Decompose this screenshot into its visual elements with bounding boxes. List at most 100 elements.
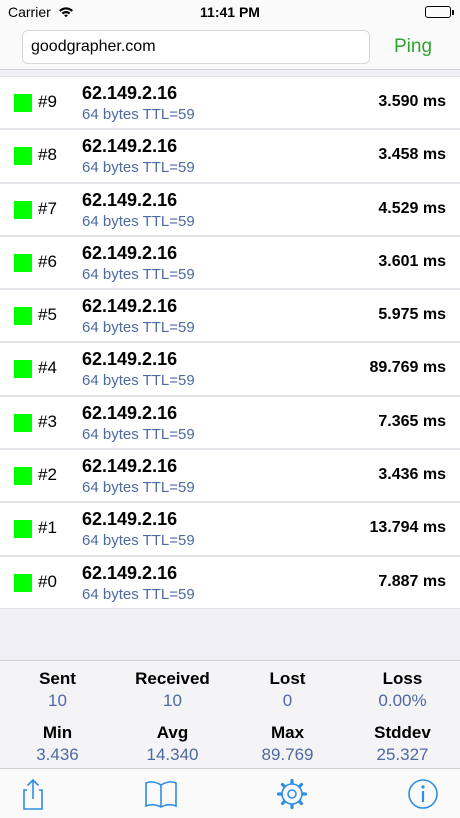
status-indicator	[14, 94, 32, 112]
sequence-number: #0	[38, 571, 57, 591]
ping-button[interactable]: Ping	[380, 30, 446, 64]
book-icon	[143, 781, 179, 815]
host-address: 62.149.2.16	[82, 136, 178, 157]
ping-result-row[interactable]: #3 62.149.2.16 64 bytes TTL=59 7.365 ms	[0, 395, 460, 450]
statistics-panel: Sent 10 Received 10 Lost 0 Loss 0.00% Mi…	[0, 660, 460, 768]
sequence-number: #3	[38, 411, 57, 431]
share-button[interactable]	[15, 777, 51, 811]
ping-result-row[interactable]: #7 62.149.2.16 64 bytes TTL=59 4.529 ms	[0, 182, 460, 236]
host-address: 62.149.2.16	[82, 83, 178, 103]
status-indicator	[14, 360, 32, 379]
response-time: 4.529 ms	[378, 199, 446, 217]
packet-detail: 64 bytes TTL=59	[82, 425, 195, 443]
host-address: 62.149.2.16	[82, 296, 178, 317]
response-time: 3.458 ms	[378, 146, 446, 164]
packet-detail: 64 bytes TTL=59	[82, 372, 195, 390]
host-address: 62.149.2.16	[82, 242, 178, 263]
stat-received-value: 10	[163, 691, 182, 710]
stat-received-label: Received	[135, 669, 210, 688]
clock: 11:41 PM	[200, 4, 260, 20]
status-indicator	[14, 467, 32, 486]
host-address: 62.149.2.16	[82, 402, 178, 423]
status-indicator	[14, 573, 32, 592]
info-button[interactable]	[405, 777, 441, 811]
battery-icon	[425, 6, 454, 18]
packet-detail: 64 bytes TTL=59	[82, 159, 195, 177]
response-time: 7.365 ms	[378, 412, 446, 430]
response-time: 89.769 ms	[369, 359, 446, 377]
stat-min-value: 3.436	[36, 745, 79, 764]
bottom-toolbar	[0, 768, 460, 818]
packet-detail: 64 bytes TTL=59	[82, 106, 195, 123]
packet-detail: 64 bytes TTL=59	[82, 532, 195, 550]
packet-detail: 64 bytes TTL=59	[82, 265, 195, 283]
response-time: 5.975 ms	[378, 306, 446, 324]
stat-loss-label: Loss	[382, 669, 423, 688]
packet-detail: 64 bytes TTL=59	[82, 212, 195, 230]
settings-button[interactable]	[274, 777, 310, 811]
packet-detail: 64 bytes TTL=59	[82, 479, 195, 497]
packet-detail: 64 bytes TTL=59	[82, 319, 195, 337]
stat-loss-value: 0.00%	[378, 691, 427, 710]
top-bar: Ping	[0, 24, 460, 70]
ping-result-row[interactable]: #6 62.149.2.16 64 bytes TTL=59 3.601 ms	[0, 235, 460, 290]
stat-lost-label: Lost	[269, 669, 306, 688]
stat-sent-value: 10	[48, 691, 67, 710]
stat-max-label: Max	[270, 723, 305, 742]
host-address: 62.149.2.16	[82, 189, 178, 210]
ping-result-row[interactable]: #9 62.149.2.16 64 bytes TTL=59 3.590 ms	[0, 76, 460, 130]
stat-loss: Loss 0.00%	[345, 669, 460, 711]
stat-max-value: 89.769	[261, 745, 314, 764]
stat-stddev: Stddev 25.327	[345, 723, 460, 765]
status-indicator	[14, 307, 32, 326]
host-input[interactable]	[22, 30, 370, 64]
host-address: 62.149.2.16	[82, 456, 178, 477]
stat-stddev-value: 25.327	[376, 745, 429, 764]
response-time: 3.601 ms	[378, 252, 446, 270]
stat-stddev-label: Stddev	[374, 723, 431, 742]
ping-result-row[interactable]: #5 62.149.2.16 64 bytes TTL=59 5.975 ms	[0, 289, 460, 343]
ping-result-row[interactable]: #0 62.149.2.16 64 bytes TTL=59 7.887 ms	[0, 555, 460, 609]
stat-lost-value: 0	[282, 691, 293, 710]
response-time: 7.887 ms	[378, 572, 446, 590]
ping-result-row[interactable]: #1 62.149.2.16 64 bytes TTL=59 13.794 ms	[0, 502, 460, 556]
host-address: 62.149.2.16	[82, 509, 178, 530]
host-address: 62.149.2.16	[82, 562, 178, 583]
stat-sent-label: Sent	[39, 669, 76, 688]
sequence-number: #7	[38, 198, 57, 218]
ping-result-list[interactable]: #9 62.149.2.16 64 bytes TTL=59 3.590 ms #8 62…	[0, 76, 460, 609]
ping-result-row[interactable]: #4 62.149.2.16 64 bytes TTL=59 89.769 ms	[0, 342, 460, 396]
sequence-number: #9	[38, 92, 57, 111]
stat-min: Min 3.436	[0, 723, 115, 765]
status-indicator	[14, 200, 32, 219]
info-icon	[405, 779, 441, 815]
share-icon	[15, 778, 51, 815]
stat-sent: Sent 10	[0, 669, 115, 711]
status-bar: Carrier 11:41 PM	[0, 0, 460, 24]
response-time: 3.436 ms	[378, 466, 446, 484]
stat-min-label: Min	[42, 723, 73, 742]
stat-avg-value: 14.340	[146, 745, 199, 764]
status-indicator	[14, 147, 32, 166]
gear-icon	[274, 778, 310, 815]
status-indicator	[14, 253, 32, 272]
stat-avg: Avg 14.340	[115, 723, 230, 765]
host-address: 62.149.2.16	[82, 349, 178, 370]
sequence-number: #1	[38, 518, 57, 538]
status-indicator	[14, 413, 32, 432]
stat-received: Received 10	[115, 669, 230, 711]
status-indicator	[14, 520, 32, 539]
bookmarks-button[interactable]	[143, 777, 179, 811]
response-time: 13.794 ms	[369, 519, 446, 537]
ping-result-row[interactable]: #2 62.149.2.16 64 bytes TTL=59 3.436 ms	[0, 449, 460, 503]
sequence-number: #6	[38, 251, 57, 271]
ping-result-row[interactable]: #8 62.149.2.16 64 bytes TTL=59 3.458 ms	[0, 129, 460, 183]
stat-max: Max 89.769	[230, 723, 345, 765]
sequence-number: #2	[38, 465, 57, 485]
sequence-number: #8	[38, 145, 57, 165]
response-time: 3.590 ms	[378, 93, 446, 110]
stat-avg-label: Avg	[156, 723, 189, 742]
sequence-number: #4	[38, 358, 57, 378]
stat-lost: Lost 0	[230, 669, 345, 711]
sequence-number: #5	[38, 305, 57, 325]
